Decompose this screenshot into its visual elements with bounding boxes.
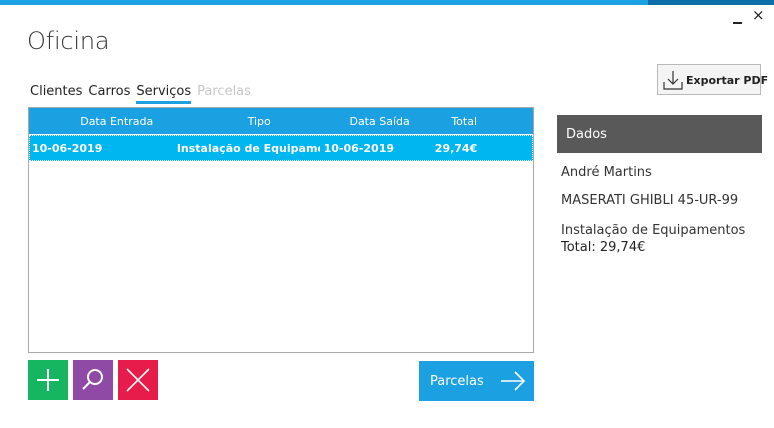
table-row[interactable]: 10-06-2019 Instalação de Equipame... 10-… — [29, 135, 533, 161]
column-header-total[interactable]: Total — [429, 115, 533, 128]
export-pdf-label: Exportar PDF — [686, 74, 769, 87]
parcelas-button-label: Parcelas — [430, 374, 484, 389]
service-type: Instalação de Equipamentos — [561, 223, 746, 238]
column-header-data-saida[interactable]: Data Saída — [320, 115, 430, 128]
cell-total: 29,74€ — [434, 141, 478, 155]
client-name: André Martins — [561, 165, 652, 180]
add-button[interactable] — [28, 360, 68, 400]
tab-bar: Clientes Carros Serviços Parcelas — [30, 84, 251, 104]
car-info: MASERATI GHIBLI 45-UR-99 — [561, 193, 739, 208]
close-button[interactable]: × — [752, 6, 765, 24]
magnifier-icon — [82, 369, 103, 390]
column-header-data-entrada[interactable]: Data Entrada — [29, 115, 174, 128]
service-total: Total: 29,74€ — [561, 240, 646, 255]
delete-button[interactable] — [118, 360, 158, 400]
cell-tipo: Instalação de Equipame... — [176, 141, 320, 155]
minimize-button[interactable] — [733, 10, 743, 24]
export-pdf-button[interactable]: Exportar PDF — [657, 64, 768, 95]
page-title: Oficina — [27, 27, 110, 55]
search-button[interactable] — [73, 360, 113, 400]
cell-data-saida: 10-06-2019 — [323, 141, 395, 155]
services-grid[interactable]: Data Entrada Tipo Data Saída Total 10-06… — [28, 107, 534, 353]
cell-data-entrada: 10-06-2019 — [32, 141, 103, 155]
plus-icon — [37, 369, 59, 391]
cross-icon — [126, 368, 150, 392]
tab-servicos[interactable]: Serviços — [136, 84, 191, 104]
column-header-tipo[interactable]: Tipo — [174, 115, 319, 128]
parcelas-button[interactable]: Parcelas — [419, 361, 534, 401]
window-top-accent-bar-dark — [648, 0, 774, 5]
download-icon — [663, 71, 683, 90]
grid-header: Data Entrada Tipo Data Saída Total — [29, 108, 533, 134]
tab-clientes[interactable]: Clientes — [30, 84, 82, 103]
details-panel-header: Dados — [557, 115, 762, 153]
arrow-right-icon — [501, 371, 526, 391]
tab-parcelas: Parcelas — [197, 84, 251, 99]
tab-carros[interactable]: Carros — [88, 84, 130, 103]
